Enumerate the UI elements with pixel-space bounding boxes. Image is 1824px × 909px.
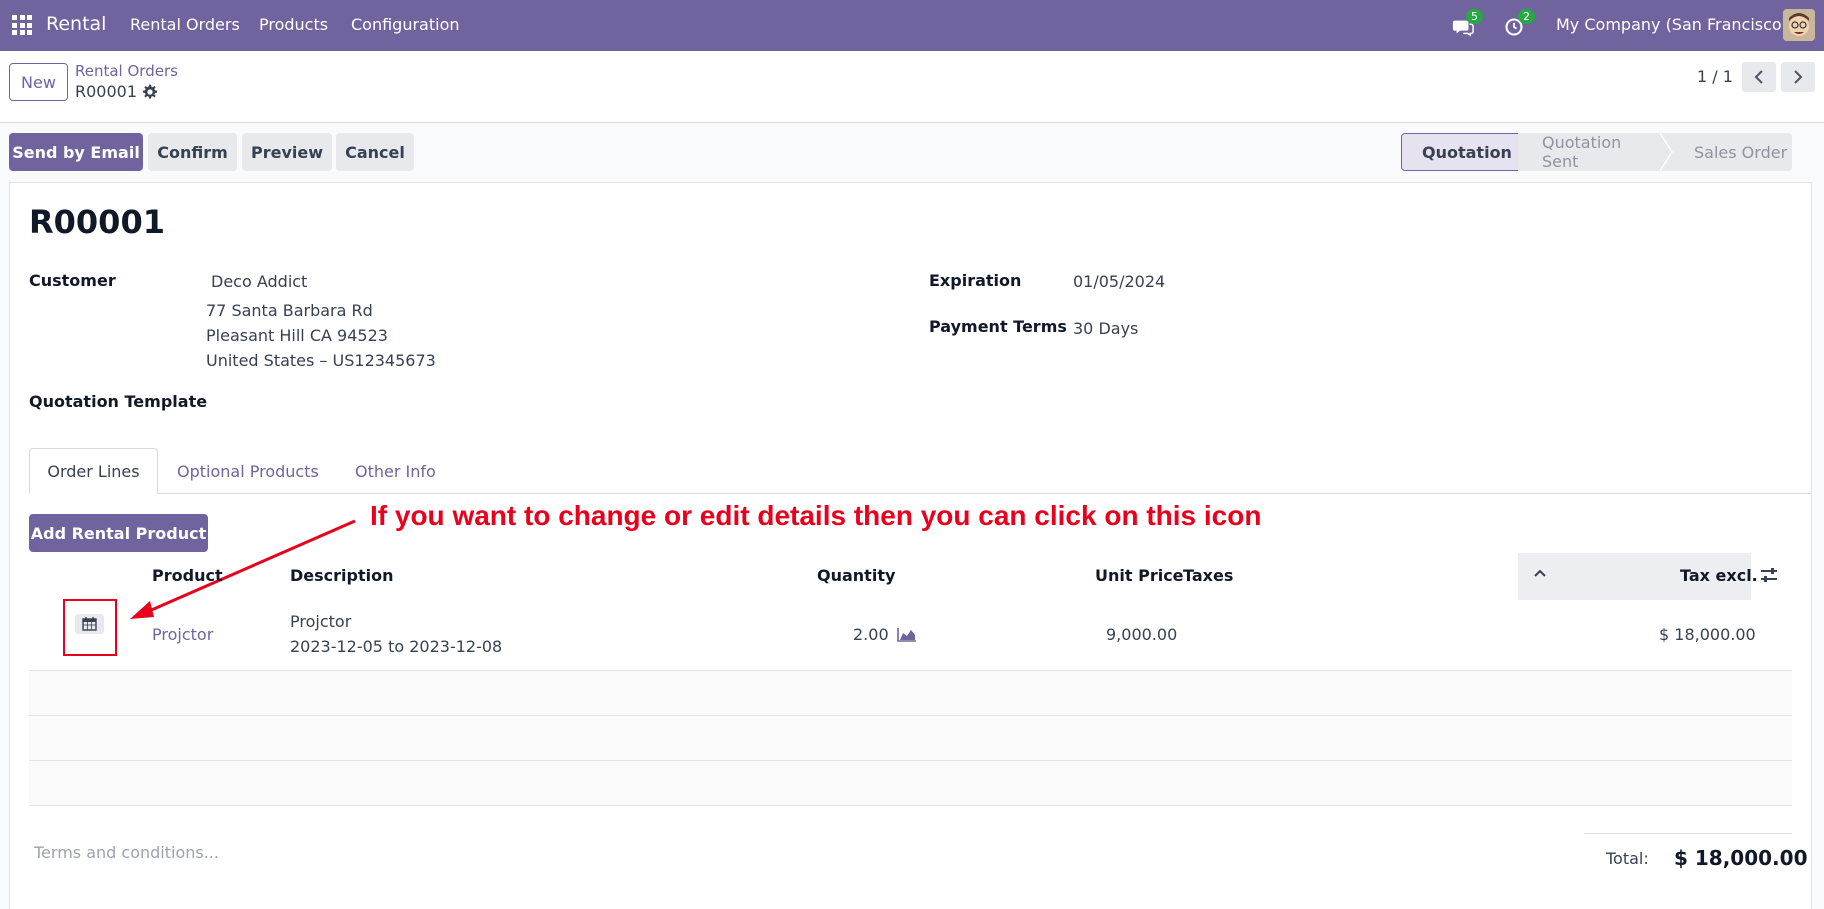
customer-address-line-2: Pleasant Hill CA 94523 bbox=[206, 326, 388, 345]
row-description-line-2: 2023-12-05 to 2023-12-08 bbox=[290, 637, 503, 656]
pager-value[interactable]: 1 / 1 bbox=[1697, 67, 1733, 86]
empty-row[interactable] bbox=[29, 716, 1792, 760]
customer-field[interactable]: Deco Addict bbox=[211, 272, 307, 291]
breadcrumb-current: R00001 bbox=[75, 82, 138, 101]
menu-products[interactable]: Products bbox=[259, 15, 328, 34]
customer-address-line-3: United States – US12345673 bbox=[206, 351, 436, 370]
quotation-template-label: Quotation Template bbox=[29, 392, 208, 411]
preview-button[interactable]: Preview bbox=[242, 133, 332, 171]
activities-badge: 2 bbox=[1518, 9, 1535, 24]
total-value: $ 18,000.00 bbox=[1674, 846, 1808, 870]
breadcrumb-parent[interactable]: Rental Orders bbox=[75, 62, 178, 80]
calendar-icon bbox=[82, 617, 97, 631]
company-switcher[interactable]: My Company (San Francisco) bbox=[1556, 15, 1788, 34]
send-by-email-button[interactable]: Send by Email bbox=[9, 133, 143, 171]
top-navbar: Rental Rental Orders Products Configurat… bbox=[0, 0, 1824, 51]
pager-next-button[interactable] bbox=[1781, 62, 1815, 92]
row-subtotal: $ 18,000.00 bbox=[1659, 625, 1756, 644]
status-bar: Quotation Quotation Sent Sales Order bbox=[1401, 133, 1792, 171]
forecast-chart-icon[interactable] bbox=[897, 627, 917, 642]
payment-terms-label: Payment Terms bbox=[929, 317, 1067, 336]
tab-optional-products[interactable]: Optional Products bbox=[177, 448, 319, 494]
header-taxes[interactable]: Taxes bbox=[1183, 566, 1233, 585]
apps-grid-icon[interactable] bbox=[12, 15, 32, 35]
control-panel bbox=[0, 51, 1824, 123]
rental-dates-button[interactable] bbox=[75, 614, 104, 634]
total-divider bbox=[1584, 833, 1792, 834]
stage-quotation-sent[interactable]: Quotation Sent bbox=[1518, 133, 1660, 171]
menu-rental-orders[interactable]: Rental Orders bbox=[130, 15, 240, 34]
terms-and-conditions-input[interactable]: Terms and conditions... bbox=[34, 843, 219, 862]
activities-button[interactable]: 2 bbox=[1504, 9, 1535, 39]
empty-row[interactable] bbox=[29, 671, 1792, 715]
header-unit-price[interactable]: Unit Price bbox=[1095, 566, 1184, 585]
header-description[interactable]: Description bbox=[290, 566, 393, 585]
empty-row[interactable] bbox=[29, 761, 1792, 805]
tab-order-lines[interactable]: Order Lines bbox=[29, 448, 158, 494]
stage-quotation[interactable]: Quotation bbox=[1401, 133, 1519, 171]
header-quantity[interactable]: Quantity bbox=[817, 566, 895, 585]
stage-arrow-icon bbox=[1660, 133, 1674, 171]
order-reference: R00001 bbox=[29, 203, 165, 241]
chevron-up-icon[interactable] bbox=[1533, 567, 1547, 579]
menu-configuration[interactable]: Configuration bbox=[351, 15, 460, 34]
row-product[interactable]: Projctor bbox=[152, 625, 213, 644]
row-quantity: 2.00 bbox=[853, 625, 889, 644]
customer-label: Customer bbox=[29, 271, 116, 290]
header-tax-excl[interactable]: Tax excl. bbox=[1680, 566, 1758, 585]
expiration-field[interactable]: 01/05/2024 bbox=[1073, 272, 1165, 291]
expiration-label: Expiration bbox=[929, 271, 1022, 290]
total-label: Total: bbox=[1606, 849, 1649, 868]
header-product[interactable]: Product bbox=[152, 566, 223, 585]
cancel-button[interactable]: Cancel bbox=[336, 133, 414, 171]
payment-terms-field[interactable]: 30 Days bbox=[1073, 319, 1138, 338]
pager-previous-button[interactable] bbox=[1742, 62, 1776, 92]
confirm-button[interactable]: Confirm bbox=[148, 133, 237, 171]
messages-badge: 5 bbox=[1466, 9, 1483, 24]
optional-columns-icon[interactable] bbox=[1760, 567, 1778, 583]
messages-button[interactable]: 5 bbox=[1452, 9, 1483, 39]
new-button[interactable]: New bbox=[9, 63, 68, 101]
customer-address-line-1: 77 Santa Barbara Rd bbox=[206, 301, 373, 320]
row-divider bbox=[29, 805, 1792, 806]
annotation-text: If you want to change or edit details th… bbox=[370, 500, 1262, 531]
app-name[interactable]: Rental bbox=[46, 13, 106, 35]
stage-sales-order[interactable]: Sales Order bbox=[1674, 133, 1792, 171]
chevron-left-icon bbox=[1754, 70, 1763, 84]
user-avatar[interactable] bbox=[1783, 9, 1815, 41]
tab-other-info[interactable]: Other Info bbox=[355, 448, 436, 494]
row-description-line-1: Projctor bbox=[290, 612, 352, 631]
chevron-right-icon bbox=[1794, 70, 1803, 84]
gear-icon[interactable] bbox=[142, 84, 158, 100]
row-unit-price: 9,000.00 bbox=[1106, 625, 1178, 644]
